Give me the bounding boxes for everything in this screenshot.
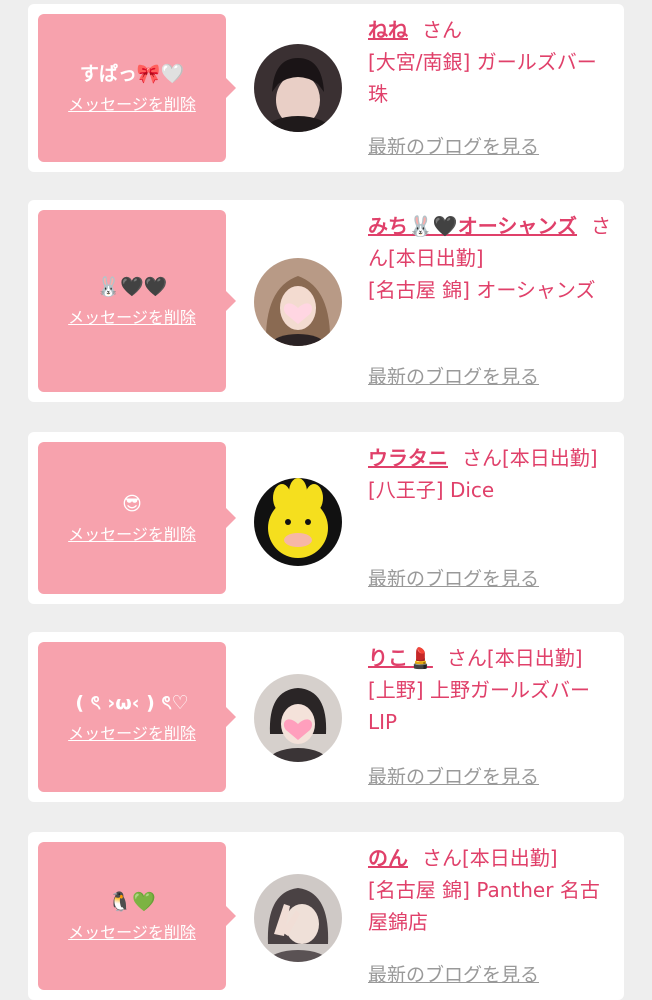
message-text: 🐰🖤🖤: [96, 276, 168, 298]
delete-message-link[interactable]: メッセージを削除: [68, 91, 196, 115]
cast-info: みち🐰🖤オーシャンズ さん[本日出勤] [名古屋 錦] オーシャンズ: [368, 210, 613, 306]
avatar[interactable]: [254, 674, 342, 762]
message-bubble: すぱっ🎀🤍 メッセージを削除: [38, 14, 236, 162]
message-text: ( ৎ ›ω‹ ) ৎ♡: [75, 692, 189, 714]
cast-name-link[interactable]: みち🐰🖤オーシャンズ: [368, 214, 577, 238]
shop-info: [大宮/南銀] ガールズバー 珠: [368, 50, 597, 106]
avatar[interactable]: [254, 258, 342, 346]
latest-blog-link[interactable]: 最新のブログを見る: [368, 960, 539, 987]
cast-name-link[interactable]: のん: [368, 846, 408, 870]
attendance-status: [本日出勤]: [462, 846, 558, 870]
latest-blog-link[interactable]: 最新のブログを見る: [368, 362, 539, 389]
delete-message-link[interactable]: メッセージを削除: [68, 521, 196, 545]
attendance-status: [本日出勤]: [502, 446, 598, 470]
favorite-card: 🐧💚 メッセージを削除 のん さん[本日出勤] [名古屋 錦] Panther 名…: [28, 832, 624, 1000]
honorific: さん: [446, 646, 487, 670]
delete-message-link[interactable]: メッセージを削除: [68, 919, 196, 943]
favorite-card: すぱっ🎀🤍 メッセージを削除 ねね さん [大宮/南銀] ガールズバー 珠 最新の…: [28, 4, 624, 172]
avatar[interactable]: [254, 44, 342, 132]
favorite-card: ( ৎ ›ω‹ ) ৎ♡ メッセージを削除 りこ💄 さん[本日出勤] [上野] 上…: [28, 632, 624, 802]
message-bubble: 🐧💚 メッセージを削除: [38, 842, 236, 990]
attendance-status: [本日出勤]: [388, 246, 484, 270]
cast-info: のん さん[本日出勤] [名古屋 錦] Panther 名古屋錦店: [368, 842, 613, 938]
shop-info: [上野] 上野ガールズバーLIP: [368, 678, 590, 734]
message-text: 🐧💚: [108, 891, 156, 913]
cast-info: ねね さん [大宮/南銀] ガールズバー 珠: [368, 14, 613, 110]
honorific: さん: [422, 846, 462, 870]
cast-name-link[interactable]: ウラタニ: [368, 446, 448, 470]
attendance-status: [本日出勤]: [486, 646, 583, 670]
honorific: さん: [462, 446, 502, 470]
avatar[interactable]: [254, 478, 342, 566]
cast-name-link[interactable]: ねね: [368, 18, 408, 42]
message-text: すぱっ🎀🤍: [79, 63, 185, 85]
message-bubble: 😎 メッセージを削除: [38, 442, 236, 594]
shop-info: [名古屋 錦] Panther 名古屋錦店: [368, 878, 600, 934]
cast-info: ウラタニ さん[本日出勤] [八王子] Dice: [368, 442, 613, 506]
avatar[interactable]: [254, 874, 342, 962]
favorite-card: 😎 メッセージを削除 ウラタニ さん[本日出勤] [八王子] Dice 最新のブロ…: [28, 432, 624, 604]
delete-message-link[interactable]: メッセージを削除: [68, 720, 196, 744]
favorite-card: 🐰🖤🖤 メッセージを削除 みち🐰🖤オーシャンズ さん[本日出勤] [名古屋 錦] …: [28, 200, 624, 402]
latest-blog-link[interactable]: 最新のブログを見る: [368, 762, 539, 789]
shop-info: [名古屋 錦] オーシャンズ: [368, 278, 596, 302]
cast-info: りこ💄 さん[本日出勤] [上野] 上野ガールズバーLIP: [368, 642, 613, 738]
delete-message-link[interactable]: メッセージを削除: [68, 304, 196, 328]
latest-blog-link[interactable]: 最新のブログを見る: [368, 564, 539, 591]
message-bubble: ( ৎ ›ω‹ ) ৎ♡ メッセージを削除: [38, 642, 236, 792]
shop-info: [八王子] Dice: [368, 478, 495, 502]
message-bubble: 🐰🖤🖤 メッセージを削除: [38, 210, 236, 392]
cast-name-link[interactable]: りこ💄: [368, 646, 433, 670]
honorific: さん: [422, 18, 462, 42]
message-text: 😎: [122, 493, 142, 515]
latest-blog-link[interactable]: 最新のブログを見る: [368, 132, 539, 159]
